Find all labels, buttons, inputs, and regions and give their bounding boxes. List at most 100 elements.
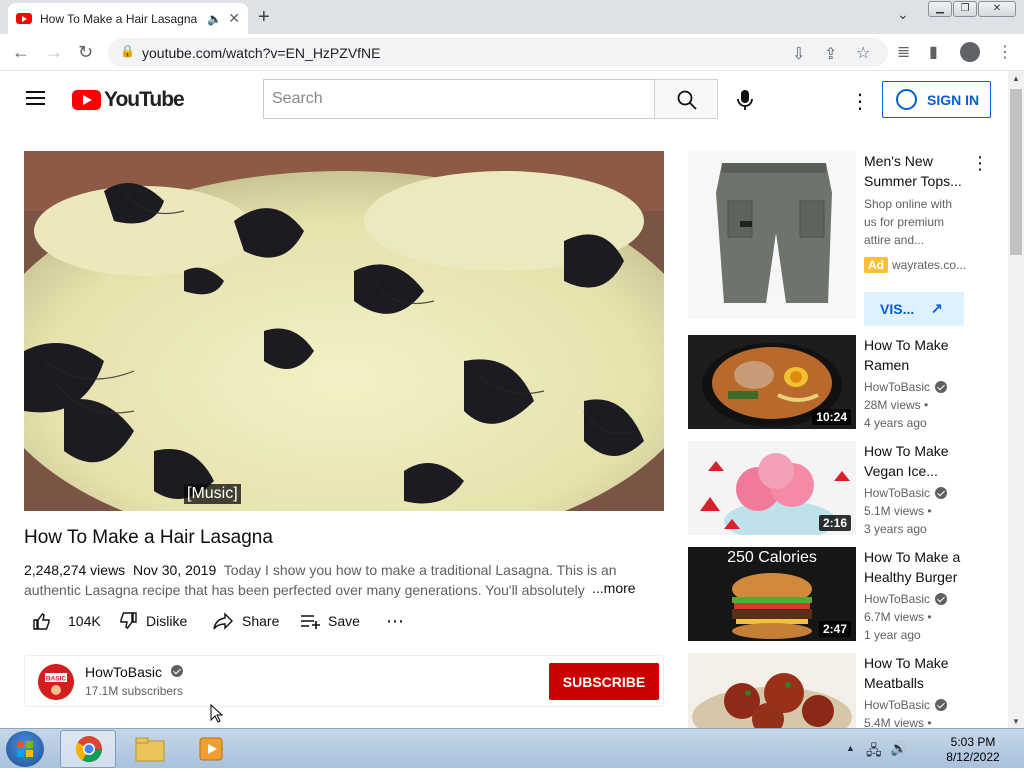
lock-icon[interactable]: 🔒 [120,44,135,58]
verified-check-icon [935,381,948,393]
save-button[interactable]: Save [300,608,360,634]
related-thumbnail[interactable]: 2:16 [688,441,856,535]
taskbar-chrome[interactable] [60,730,116,768]
ad-thumbnail[interactable] [688,151,856,319]
show-hidden-icons[interactable]: ▲ [846,743,855,753]
start-button[interactable] [6,731,44,767]
mouse-cursor-icon [210,704,224,723]
media-control-icon[interactable]: ≣ [897,42,910,62]
meatballs-image [688,653,856,728]
taskbar-explorer[interactable] [122,730,178,768]
related-thumbnail[interactable]: 10:24 [688,335,856,429]
microphone-icon[interactable] [735,88,755,112]
search-input[interactable]: Search [263,79,655,119]
related-channel-name: HowToBasic [864,698,931,712]
related-title[interactable]: How To Make Meatballs [864,653,970,693]
duration-badge: 10:24 [812,409,851,425]
ad-card[interactable]: Men's New Summer Tops... ⋮ Shop online w… [688,151,989,326]
related-views: 28M views • [864,398,929,412]
windows-taskbar: ▲ 🖧 🔊 5:03 PM 8/12/2022 [0,728,1024,768]
minimize-button[interactable]: ▁ [928,1,952,17]
thumbnail-caption: 250 Calories [727,549,817,566]
forward-icon[interactable]: → [45,42,63,63]
logo-text: YouTube [104,88,185,111]
related-video-card[interactable]: 250 Calories 2:47 How To Make a Healthy … [688,547,988,642]
install-icon[interactable]: ⇩ [792,44,805,64]
video-player[interactable]: [Music] [24,151,664,511]
browser-menu-icon[interactable]: ⋮ [997,42,1013,62]
bookmark-star-icon[interactable]: ☆ [856,43,870,63]
related-thumbnail[interactable] [688,653,856,728]
channel-name[interactable]: HowToBasic [85,664,183,680]
scroll-up-icon[interactable]: ▲ [1012,74,1020,83]
reload-icon[interactable]: ↻ [78,42,93,63]
related-channel[interactable]: HowToBasic [864,486,948,500]
related-channel[interactable]: HowToBasic [864,698,948,712]
view-count: 2,248,274 views [24,562,126,578]
more-actions-icon[interactable]: ⋯ [386,608,404,634]
related-thumbnail[interactable]: 250 Calories 2:47 [688,547,856,641]
chevron-down-icon[interactable]: ⌄ [897,6,909,23]
system-clock[interactable]: 5:03 PM 8/12/2022 [930,735,1016,765]
taskbar-media-player[interactable] [184,730,240,768]
verified-check-icon [935,593,948,605]
verified-check-icon [935,699,948,711]
duration-badge: 2:47 [818,621,851,637]
scroll-down-icon[interactable]: ▼ [1012,717,1020,726]
address-bar[interactable]: 🔒 youtube.com/watch?v=EN_HzPZVfNE ⇩ ⇪ ☆ [108,38,888,67]
related-age: 3 years ago [864,522,927,536]
windows-logo-icon [17,741,33,757]
share-page-icon[interactable]: ⇪ [824,44,837,64]
channel-avatar[interactable]: BASIC [38,664,74,700]
side-panel-icon[interactable]: ▮ [929,42,938,62]
visit-label: VIS... [880,301,915,317]
ad-menu-icon[interactable]: ⋮ [971,153,989,174]
tab-title: How To Make a Hair Lasagna [40,11,198,26]
related-video-card[interactable]: 2:16 How To Make Vegan Ice... HowToBasic… [688,441,988,536]
dislike-button[interactable]: Dislike [118,608,187,634]
subscribe-button[interactable]: SUBSCRIBE [549,663,659,700]
share-icon [213,612,233,630]
related-video-card[interactable]: How To Make Meatballs HowToBasic 5.4M vi… [688,653,988,728]
network-icon[interactable]: 🖧 [866,740,882,764]
show-more-link[interactable]: ...more [590,580,636,596]
share-button[interactable]: Share [212,608,279,634]
related-title[interactable]: How To Make Ramen [864,335,970,375]
scrollbar-thumb[interactable] [1010,89,1022,255]
folder-icon [135,737,165,762]
close-window-button[interactable]: ✕ [978,1,1016,17]
related-title[interactable]: How To Make a Healthy Burger [864,547,970,587]
related-video-card[interactable]: 10:24 How To Make Ramen HowToBasic 28M v… [688,335,988,430]
page-scrollbar[interactable]: ▲ ▼ [1008,71,1024,728]
url-text[interactable]: youtube.com/watch?v=EN_HzPZVfNE [142,45,381,61]
like-count: 104K [68,613,101,629]
profile-icon[interactable] [960,42,980,62]
youtube-logo[interactable]: YouTube [72,88,185,112]
caption-text: [Music] [184,484,241,504]
sign-in-button[interactable]: SIGN IN [882,81,991,118]
browser-tab[interactable]: How To Make a Hair Lasagna 🔈 ✕ [8,3,248,34]
ad-source: Ad wayrates.co... [864,257,966,273]
sign-in-label: SIGN IN [927,91,980,108]
chrome-icon [75,736,103,763]
volume-icon[interactable]: 🔊 [890,740,907,757]
ad-title[interactable]: Men's New Summer Tops... [864,151,970,191]
related-title[interactable]: How To Make Vegan Ice... [864,441,970,481]
close-tab-icon[interactable]: ✕ [228,10,240,27]
like-button[interactable]: 104K [32,608,101,634]
back-icon[interactable]: ← [12,42,30,63]
external-link-icon: ↗ [930,301,943,318]
speaker-icon[interactable]: 🔈 [207,12,222,26]
video-description[interactable]: 2,248,274 views Nov 30, 2019 Today I sho… [24,560,636,600]
visit-site-button[interactable]: VIS... ↗ [864,292,964,326]
new-tab-button[interactable]: + [258,6,270,29]
verified-check-icon [170,665,183,677]
thumbs-up-icon [33,613,50,630]
search-button[interactable] [654,79,718,119]
maximize-button[interactable]: ❐ [953,1,977,17]
search-icon [677,90,697,110]
related-channel[interactable]: HowToBasic [864,380,948,394]
settings-kebab-icon[interactable]: ⋮ [850,89,870,114]
hamburger-menu-icon[interactable] [26,91,45,105]
related-channel[interactable]: HowToBasic [864,592,948,606]
